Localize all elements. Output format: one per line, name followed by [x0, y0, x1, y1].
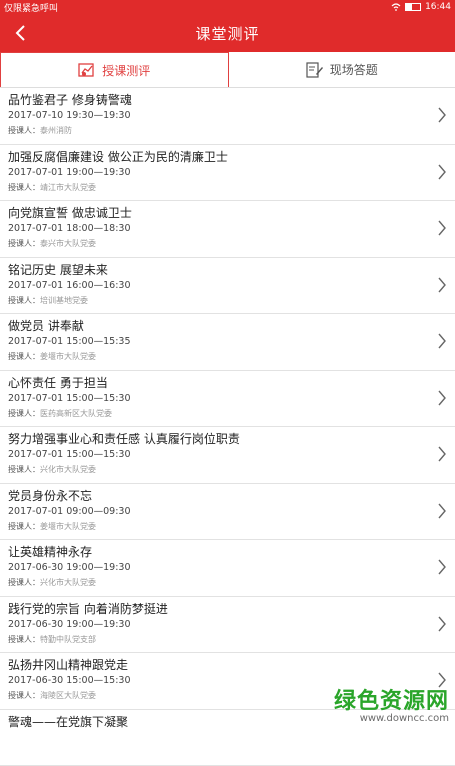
lecturer-label: 授课人： — [8, 578, 40, 587]
lecturer-value: 培训基地党委 — [40, 296, 88, 305]
item-time: 2017-07-01 19:00—19:30 — [8, 167, 455, 179]
lecturer-value: 海陵区大队党委 — [40, 691, 96, 700]
lecturer-value: 姜堰市大队党委 — [40, 352, 96, 361]
lecturer-label: 授课人： — [8, 635, 40, 644]
tab-label: 现场答题 — [330, 61, 378, 78]
status-left-text: 仅限紧急呼叫 — [4, 1, 58, 14]
tab-label: 授课测评 — [102, 62, 150, 79]
list-item[interactable]: 做党员 讲奉献 2017-07-01 15:00—15:35 授课人：姜堰市大队… — [0, 314, 455, 371]
item-title: 品竹鉴君子 修身铸警魂 — [8, 88, 455, 107]
item-time: 2017-07-01 15:00—15:30 — [8, 393, 455, 405]
lecturer-value: 泰兴市大队党委 — [40, 239, 96, 248]
lecturer-label: 授课人： — [8, 183, 40, 192]
chevron-right-icon — [437, 276, 447, 294]
item-lecturer: 授课人：泰兴市大队党委 — [8, 239, 455, 249]
lecturer-label: 授课人： — [8, 465, 40, 474]
item-time: 2017-07-01 16:00—16:30 — [8, 280, 455, 292]
edit-answer-icon — [306, 62, 324, 78]
item-title: 加强反腐倡廉建设 做公正为民的清廉卫士 — [8, 145, 455, 164]
chevron-right-icon — [437, 106, 447, 124]
lecturer-value: 特勤中队党支部 — [40, 635, 96, 644]
list-item[interactable]: 努力增强事业心和责任感 认真履行岗位职责 2017-07-01 15:00—15… — [0, 427, 455, 484]
lecturer-value: 医药高新区大队党委 — [40, 409, 112, 418]
item-time: 2017-07-01 15:00—15:35 — [8, 336, 455, 348]
item-time: 2017-07-01 18:00—18:30 — [8, 223, 455, 235]
item-time: 2017-06-30 19:00—19:30 — [8, 619, 455, 631]
lecturer-label: 授课人： — [8, 352, 40, 361]
status-bar: 仅限紧急呼叫 16:44 — [0, 0, 455, 14]
list-item[interactable]: 心怀责任 勇于担当 2017-07-01 15:00—15:30 授课人：医药高… — [0, 371, 455, 428]
lecturer-label: 授课人： — [8, 126, 40, 135]
chevron-right-icon — [437, 163, 447, 181]
item-title: 向党旗宣誓 做忠诚卫士 — [8, 201, 455, 220]
chevron-right-icon — [437, 219, 447, 237]
watermark-title: 绿色资源网 — [334, 683, 449, 715]
list-item[interactable]: 加强反腐倡廉建设 做公正为民的清廉卫士 2017-07-01 19:00—19:… — [0, 145, 455, 202]
item-lecturer: 授课人：姜堰市大队党委 — [8, 352, 455, 362]
lecturer-label: 授课人： — [8, 239, 40, 248]
item-time: 2017-07-01 09:00—09:30 — [8, 506, 455, 518]
battery-icon — [405, 3, 421, 11]
list-item[interactable]: 让英雄精神永存 2017-06-30 19:00—19:30 授课人：兴化市大队… — [0, 540, 455, 597]
item-lecturer: 授课人：兴化市大队党委 — [8, 465, 455, 475]
list-item[interactable]: 品竹鉴君子 修身铸警魂 2017-07-10 19:30—19:30 授课人：泰… — [0, 88, 455, 145]
chevron-right-icon — [437, 445, 447, 463]
lecturer-label: 授课人： — [8, 296, 40, 305]
item-lecturer: 授课人：靖江市大队党委 — [8, 183, 455, 193]
tab-bar: 授课测评 现场答题 — [0, 52, 455, 88]
item-lecturer: 授课人：特勤中队党支部 — [8, 635, 455, 645]
item-lecturer: 授课人：兴化市大队党委 — [8, 578, 455, 588]
tab-onsite-answer[interactable]: 现场答题 — [229, 52, 455, 87]
item-title: 做党员 讲奉献 — [8, 314, 455, 333]
lecturer-value: 泰州消防 — [40, 126, 72, 135]
status-time: 16:44 — [425, 2, 451, 12]
chevron-right-icon — [437, 615, 447, 633]
page-title: 课堂测评 — [195, 23, 259, 44]
status-icons: 16:44 — [391, 2, 451, 12]
list-item[interactable]: 铭记历史 展望未来 2017-07-01 16:00—16:30 授课人：培训基… — [0, 258, 455, 315]
wifi-icon — [391, 3, 401, 11]
item-title: 心怀责任 勇于担当 — [8, 371, 455, 390]
list-item[interactable]: 践行党的宗旨 向着消防梦挺进 2017-06-30 19:00—19:30 授课… — [0, 597, 455, 654]
lecturer-value: 姜堰市大队党委 — [40, 522, 96, 531]
item-title: 让英雄精神永存 — [8, 540, 455, 559]
list-item[interactable]: 党员身份永不忘 2017-07-01 09:00—09:30 授课人：姜堰市大队… — [0, 484, 455, 541]
lecturer-value: 兴化市大队党委 — [40, 578, 96, 587]
item-lecturer: 授课人：培训基地党委 — [8, 296, 455, 306]
lecture-review-icon — [78, 62, 96, 78]
item-title: 弘扬井冈山精神跟党走 — [8, 653, 455, 672]
lecturer-label: 授课人： — [8, 409, 40, 418]
chevron-right-icon — [437, 502, 447, 520]
item-title: 党员身份永不忘 — [8, 484, 455, 503]
app-bar: 课堂测评 — [0, 14, 455, 52]
item-lecturer: 授课人：姜堰市大队党委 — [8, 522, 455, 532]
item-time: 2017-07-10 19:30—19:30 — [8, 110, 455, 122]
lecturer-value: 靖江市大队党委 — [40, 183, 96, 192]
lecture-list: 品竹鉴君子 修身铸警魂 2017-07-10 19:30—19:30 授课人：泰… — [0, 88, 455, 766]
chevron-right-icon — [437, 558, 447, 576]
lecturer-value: 兴化市大队党委 — [40, 465, 96, 474]
back-arrow-icon[interactable] — [10, 22, 32, 44]
tab-lecture-review[interactable]: 授课测评 — [0, 52, 229, 87]
item-time: 2017-06-30 19:00—19:30 — [8, 562, 455, 574]
item-title: 践行党的宗旨 向着消防梦挺进 — [8, 597, 455, 616]
item-lecturer: 授课人：医药高新区大队党委 — [8, 409, 455, 419]
chevron-right-icon — [437, 389, 447, 407]
lecturer-label: 授课人： — [8, 522, 40, 531]
item-title: 努力增强事业心和责任感 认真履行岗位职责 — [8, 427, 455, 446]
item-time: 2017-07-01 15:00—15:30 — [8, 449, 455, 461]
list-item[interactable]: 向党旗宣誓 做忠诚卫士 2017-07-01 18:00—18:30 授课人：泰… — [0, 201, 455, 258]
item-lecturer: 授课人：泰州消防 — [8, 126, 455, 136]
chevron-right-icon — [437, 332, 447, 350]
item-title: 铭记历史 展望未来 — [8, 258, 455, 277]
watermark: 绿色资源网 www.downcc.com — [334, 683, 449, 724]
lecturer-label: 授课人： — [8, 691, 40, 700]
